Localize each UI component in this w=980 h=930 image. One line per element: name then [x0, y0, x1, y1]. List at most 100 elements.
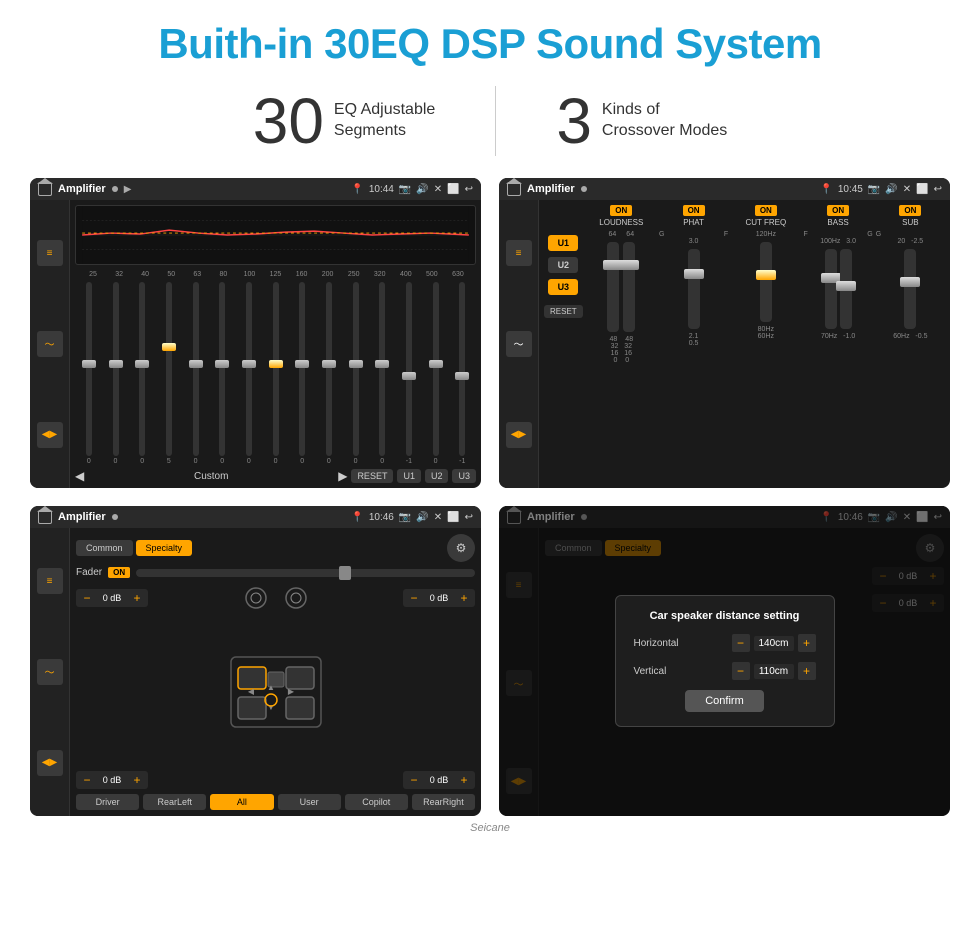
crossover-cols: ON LOUDNESS 6464 4848	[587, 205, 945, 483]
cutfreq-slider[interactable]	[760, 242, 772, 322]
slider-track-6[interactable]	[246, 282, 252, 456]
col-loudness: ON LOUDNESS 6464 4848	[587, 205, 656, 483]
eq-slider-14: -1	[450, 282, 474, 465]
eq-label-10: 250	[341, 271, 367, 278]
btn-rearright[interactable]: RearRight	[412, 794, 475, 810]
slider-track-0[interactable]	[86, 282, 92, 456]
slider-track-4[interactable]	[193, 282, 199, 456]
btn-rearleft[interactable]: RearLeft	[143, 794, 206, 810]
db-minus-br[interactable]: −	[407, 773, 421, 787]
loudness-title: LOUDNESS	[599, 218, 643, 227]
fader-slider-bar[interactable]	[136, 569, 475, 577]
loudness-slider1[interactable]	[607, 242, 619, 332]
screen3-status-right: 📍 10:46 📷 🔊 ✕ ⬜ ↩	[351, 512, 473, 523]
db-plus-tl[interactable]: +	[130, 591, 144, 605]
screen3-camera-icon: 📷	[399, 512, 411, 523]
cutfreq-on-badge: ON	[755, 205, 777, 216]
sub-sliders	[904, 245, 916, 333]
slider-track-13[interactable]	[433, 282, 439, 456]
slider-track-1[interactable]	[113, 282, 119, 456]
dialog-horizontal-plus[interactable]: +	[798, 634, 816, 652]
slider-val-13: 0	[434, 458, 438, 465]
phat-scale-top: 3.0	[689, 238, 699, 245]
screen3-home-icon[interactable]	[38, 510, 52, 524]
u3-crossover-btn[interactable]: U3	[548, 279, 578, 295]
eq-slider-11: 0	[370, 282, 394, 465]
db-minus-tr[interactable]: −	[407, 591, 421, 605]
bass-gf: FG	[803, 231, 872, 238]
confirm-button[interactable]: Confirm	[685, 690, 764, 712]
u1-btn[interactable]: U1	[397, 469, 421, 483]
screen3-status-bar: Amplifier 📍 10:46 📷 🔊 ✕ ⬜ ↩	[30, 506, 481, 528]
screen2-home-icon[interactable]	[507, 182, 521, 196]
db-plus-bl[interactable]: +	[130, 773, 144, 787]
dialog-vertical-plus[interactable]: +	[798, 662, 816, 680]
slider-track-7[interactable]	[273, 282, 279, 456]
u2-btn[interactable]: U2	[425, 469, 449, 483]
sub-slider1[interactable]	[904, 249, 916, 329]
slider-track-12[interactable]	[406, 282, 412, 456]
tab-common[interactable]: Common	[76, 540, 133, 556]
sub-on-badge: ON	[899, 205, 921, 216]
tab-specialty[interactable]: Specialty	[136, 540, 193, 556]
slider-track-14[interactable]	[459, 282, 465, 456]
slider-track-8[interactable]	[299, 282, 305, 456]
screen2-sidebar-btn3[interactable]: ◀▶	[506, 422, 532, 448]
col-bass: ON BASS FG 100Hz 3.0 70Hz -1.0	[803, 205, 872, 483]
eq-slider-0: 0	[77, 282, 101, 465]
eq-label-8: 160	[289, 271, 315, 278]
crossover-reset-btn[interactable]: RESET	[544, 305, 583, 318]
screen3-sidebar-btn2[interactable]: 〜	[37, 659, 63, 685]
btn-all[interactable]: All	[210, 794, 273, 810]
cutfreq-scale-top: 120Hz	[756, 231, 776, 238]
db-minus-bl[interactable]: −	[80, 773, 94, 787]
home-icon[interactable]	[38, 182, 52, 196]
sidebar-wave-btn[interactable]: 〜	[37, 331, 63, 357]
bass-slider2[interactable]	[840, 249, 852, 329]
slider-track-3[interactable]	[166, 282, 172, 456]
loudness-slider2[interactable]	[623, 242, 635, 332]
btn-copilot[interactable]: Copilot	[345, 794, 408, 810]
phat-slider[interactable]	[688, 249, 700, 329]
screen2-sidebar-btn1[interactable]: ≡	[506, 240, 532, 266]
screen1-play-icon: ▶	[124, 184, 132, 195]
dialog-vertical-minus[interactable]: −	[732, 662, 750, 680]
eq-prev-btn[interactable]: ◀	[75, 469, 84, 483]
screen3-sidebar-btn3[interactable]: ◀▶	[37, 750, 63, 776]
db-plus-br[interactable]: +	[457, 773, 471, 787]
col-sub: ON SUB G 20 -2.5 60Hz -0.5	[876, 205, 945, 483]
screen-crossover: Amplifier 📍 10:45 📷 🔊 ✕ ⬜ ↩ ≡ 〜 ◀▶	[499, 178, 950, 488]
settings-gear-icon[interactable]: ⚙	[447, 534, 475, 562]
col-cutfreq: ON CUT FREQ 120Hz 80Hz 60Hz	[731, 205, 800, 483]
dialog-horizontal-minus[interactable]: −	[732, 634, 750, 652]
slider-track-11[interactable]	[379, 282, 385, 456]
screen2-location-icon: 📍	[820, 184, 832, 195]
sidebar-eq-btn[interactable]: ≡	[37, 240, 63, 266]
btn-driver[interactable]: Driver	[76, 794, 139, 810]
screen3-sidebar-btn1[interactable]: ≡	[37, 568, 63, 594]
slider-val-9: 0	[327, 458, 331, 465]
car-speaker-diagram: − 0 dB +	[76, 583, 475, 789]
slider-track-2[interactable]	[139, 282, 145, 456]
screen2-sidebar-btn2[interactable]: 〜	[506, 331, 532, 357]
screen3-back-icon: ↩	[465, 512, 473, 523]
db-plus-tr[interactable]: +	[457, 591, 471, 605]
slider-track-10[interactable]	[353, 282, 359, 456]
stat-crossover-number: 3	[556, 89, 592, 153]
eq-custom-label: Custom	[88, 471, 334, 482]
slider-val-14: -1	[459, 458, 465, 465]
reset-btn[interactable]: RESET	[351, 469, 393, 483]
eq-next-btn[interactable]: ▶	[338, 469, 347, 483]
sub-scale-bot: 60Hz -0.5	[893, 333, 927, 340]
bass-on-badge: ON	[827, 205, 849, 216]
db-minus-tl[interactable]: −	[80, 591, 94, 605]
u2-crossover-btn[interactable]: U2	[548, 257, 578, 273]
sidebar-vol-btn[interactable]: ◀▶	[37, 422, 63, 448]
screen1-x-icon: ✕	[434, 184, 442, 195]
u1-crossover-btn[interactable]: U1	[548, 235, 578, 251]
u3-btn[interactable]: U3	[452, 469, 476, 483]
screen2-time: 10:45	[838, 184, 863, 195]
btn-user[interactable]: User	[278, 794, 341, 810]
slider-track-5[interactable]	[219, 282, 225, 456]
slider-track-9[interactable]	[326, 282, 332, 456]
